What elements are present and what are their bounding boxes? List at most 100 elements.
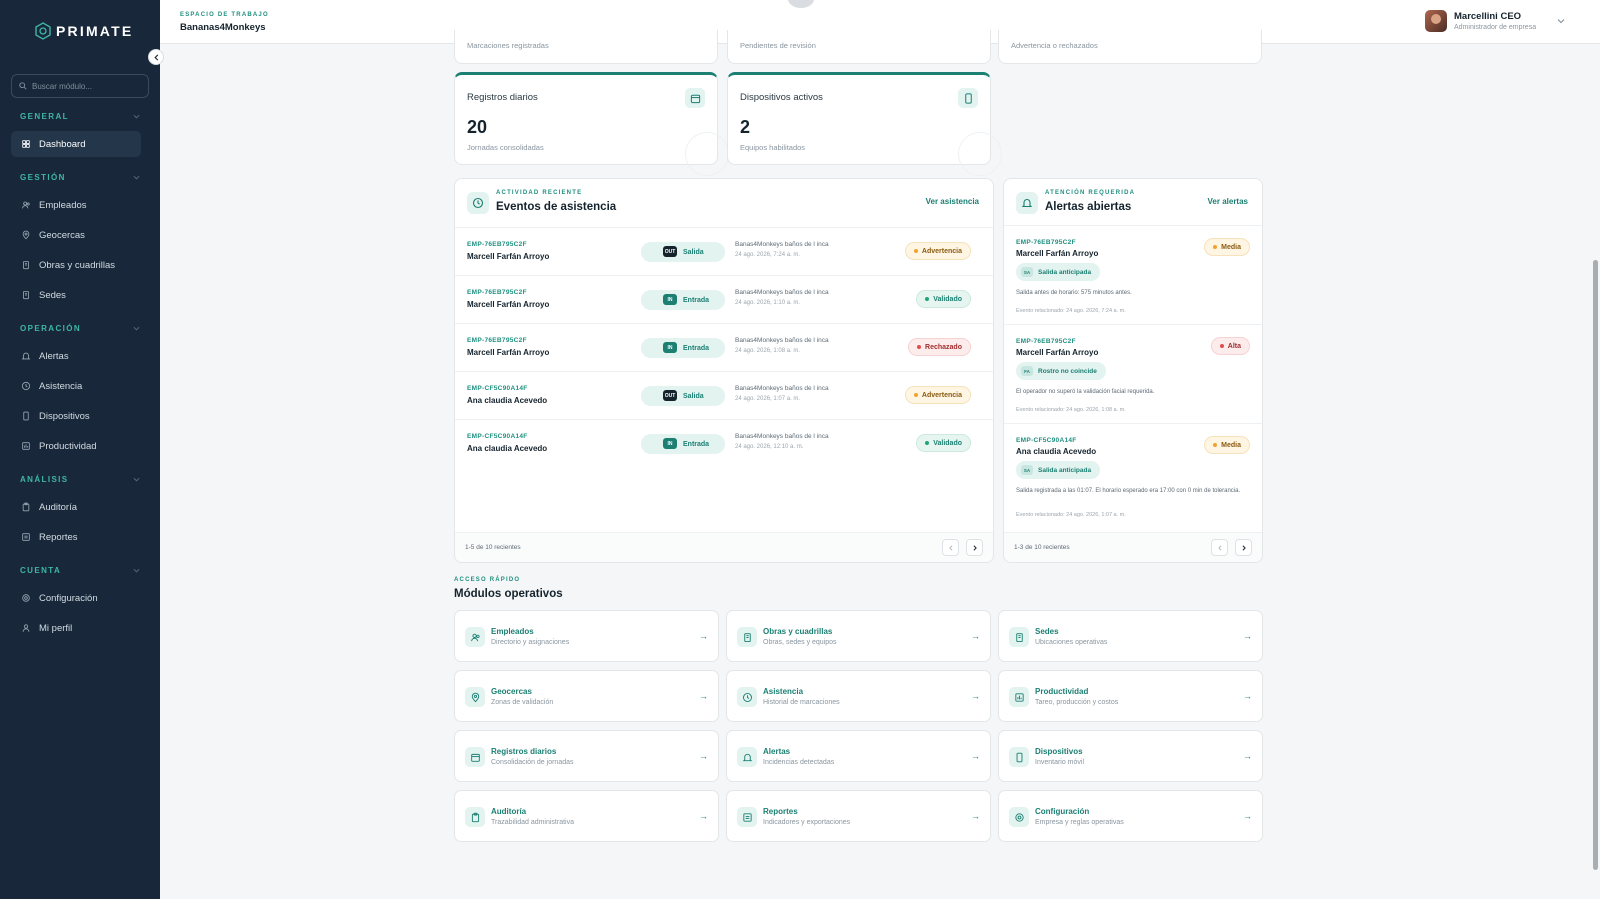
- sidebar-item[interactable]: Mi perfil: [11, 615, 141, 641]
- module-subtitle: Zonas de validación: [491, 699, 554, 706]
- calendar-icon: [685, 88, 705, 108]
- module-card[interactable]: Reportes Indicadores y exportaciones →: [726, 790, 991, 842]
- module-card[interactable]: Empleados Directorio y asignaciones →: [454, 610, 719, 662]
- sidebar-item[interactable]: Alertas: [11, 343, 141, 369]
- user-menu[interactable]: Marcellini CEO Administrador de empresa: [1425, 10, 1565, 32]
- alert-type-chip: SA Salida anticipada: [1016, 263, 1101, 281]
- arrow-right-icon: →: [971, 811, 980, 821]
- table-row[interactable]: EMP-76EB795C2F Marcell Farfán Arroyo OUT Sa…: [455, 227, 993, 275]
- module-card[interactable]: Geocercas Zonas de validación →: [454, 670, 719, 722]
- open-alerts-card: ATENCIÓN REQUERIDA Alertas abiertas Ver …: [1003, 178, 1263, 563]
- alert-type-tag: SA: [1021, 465, 1033, 475]
- sidebar-item[interactable]: Dashboard: [11, 131, 141, 157]
- module-search-input[interactable]: [32, 81, 142, 91]
- module-icon: [737, 747, 757, 767]
- employee-code: EMP-CF5C90A14F: [1016, 437, 1077, 444]
- alert-item[interactable]: EMP-76EB795C2F Marcell Farfán Arroyo Media…: [1004, 225, 1262, 324]
- event-location: Banas4Monkeys baños de l inca: [735, 385, 829, 392]
- status-dot: [925, 441, 930, 445]
- stat-card-dispositivos[interactable]: Dispositivos activos 2 Equipos habilitad…: [727, 72, 1002, 176]
- chevron-left-icon: [153, 53, 158, 61]
- avatar: [1425, 10, 1447, 32]
- module-card[interactable]: Auditoría Trazabilidad administrativa →: [454, 790, 719, 842]
- alert-type-tag: FA: [1021, 366, 1033, 376]
- event-type-tag: IN: [663, 342, 677, 353]
- status-badge: Validado: [916, 434, 971, 452]
- event-type-label: Entrada: [683, 296, 710, 304]
- nav-section[interactable]: OPERACIÓN: [20, 324, 140, 333]
- chevron-left-icon: [948, 544, 952, 551]
- module-subtitle: Ubicaciones operativas: [1035, 639, 1108, 646]
- event-location: Banas4Monkeys baños de l inca: [735, 337, 829, 344]
- nav-section-label: ANÁLISIS: [20, 475, 69, 484]
- module-card[interactable]: Dispositivos Inventario móvil →: [998, 730, 1263, 782]
- sidebar-item-label: Sedes: [39, 289, 66, 301]
- employee-code: EMP-CF5C90A14F: [467, 385, 528, 392]
- next-page-button[interactable]: [1235, 539, 1252, 556]
- nav-section[interactable]: ANÁLISIS: [20, 475, 140, 484]
- workspace-name[interactable]: Bananas4Monkeys: [180, 22, 266, 33]
- nav-section[interactable]: GESTIÓN: [20, 173, 140, 182]
- chevron-down-icon: [133, 175, 140, 180]
- chevron-down-icon: [133, 568, 140, 573]
- module-card[interactable]: Alertas Incidencias detectadas →: [726, 730, 991, 782]
- module-card[interactable]: Asistencia Historial de marcaciones →: [726, 670, 991, 722]
- phone-icon: [1016, 752, 1022, 762]
- alert-item[interactable]: EMP-CF5C90A14F Ana claudia Acevedo Media SA…: [1004, 423, 1262, 534]
- event-date: 24 ago. 2026, 7:24 a. m.: [735, 252, 801, 258]
- related-event: Evento relacionado: 24 ago. 2026, 1:08 a…: [1016, 407, 1126, 413]
- nav-section[interactable]: GENERAL: [20, 112, 140, 121]
- event-date: 24 ago. 2026, 12:10 a. m.: [735, 444, 804, 450]
- event-date: 24 ago. 2026, 1:08 a. m.: [735, 348, 801, 354]
- module-card[interactable]: Productividad Tareo, producción y costos →: [998, 670, 1263, 722]
- employee-code: EMP-76EB795C2F: [467, 337, 527, 344]
- view-alerts-link[interactable]: Ver alertas: [1208, 197, 1248, 206]
- scrollbar[interactable]: [1590, 44, 1600, 899]
- sidebar-item[interactable]: Dispositivos: [11, 403, 141, 429]
- table-row[interactable]: EMP-76EB795C2F Marcell Farfán Arroyo IN Ent…: [455, 323, 993, 371]
- module-title: Alertas: [763, 747, 791, 756]
- next-page-button[interactable]: [966, 539, 983, 556]
- table-row[interactable]: EMP-76EB795C2F Marcell Farfán Arroyo IN Ent…: [455, 275, 993, 323]
- module-subtitle: Consolidación de jornadas: [491, 759, 574, 766]
- prev-page-button[interactable]: [942, 539, 959, 556]
- event-date: 24 ago. 2026, 1:10 a. m.: [735, 300, 801, 306]
- nav-section-label: CUENTA: [20, 566, 62, 575]
- scrollbar-thumb[interactable]: [1593, 260, 1598, 870]
- sidebar-item[interactable]: Auditoría: [11, 494, 141, 520]
- stat-card-registros[interactable]: Registros diarios 20 Jornadas consolidad…: [454, 72, 729, 176]
- bell-icon: [742, 753, 752, 761]
- sidebar-item[interactable]: Configuración: [11, 585, 141, 611]
- workspace-label: ESPACIO DE TRABAJO: [180, 12, 269, 18]
- status-badge: Rechazado: [908, 338, 971, 356]
- module-card[interactable]: Sedes Ubicaciones operativas →: [998, 610, 1263, 662]
- sidebar-item-label: Reportes: [39, 531, 78, 543]
- brand-logo[interactable]: PRIMATE: [34, 22, 133, 40]
- sidebar-item[interactable]: Reportes: [11, 524, 141, 550]
- event-type-tag: OUT: [663, 390, 677, 401]
- employee-name: Ana claudia Acevedo: [1016, 447, 1097, 456]
- table-row[interactable]: EMP-CF5C90A14F Ana claudia Acevedo IN Entra…: [455, 419, 993, 467]
- alerts-count: 1-3 de 10 recientes: [1014, 544, 1070, 551]
- chevron-down-icon: [1557, 19, 1565, 24]
- sidebar-item[interactable]: Geocercas: [11, 222, 141, 248]
- nav-section-label: OPERACIÓN: [20, 324, 82, 333]
- building-icon: [23, 291, 29, 300]
- module-card[interactable]: Registros diarios Consolidación de jornad…: [454, 730, 719, 782]
- sidebar-item[interactable]: Sedes: [11, 282, 141, 308]
- module-card[interactable]: Obras y cuadrillas Obras, sedes y equipos…: [726, 610, 991, 662]
- sidebar-item[interactable]: Productividad: [11, 433, 141, 459]
- module-title: Geocercas: [491, 687, 532, 696]
- sidebar-item[interactable]: Empleados: [11, 192, 141, 218]
- sidebar-item[interactable]: Asistencia: [11, 373, 141, 399]
- alert-item[interactable]: EMP-76EB795C2F Marcell Farfán Arroyo Alta F…: [1004, 324, 1262, 423]
- table-row[interactable]: EMP-CF5C90A14F Ana claudia Acevedo OUT Sali…: [455, 371, 993, 419]
- severity-dot: [1213, 443, 1218, 447]
- prev-page-button[interactable]: [1211, 539, 1228, 556]
- module-search[interactable]: [11, 74, 149, 98]
- view-attendance-link[interactable]: Ver asistencia: [926, 197, 979, 206]
- nav-section[interactable]: CUENTA: [20, 566, 140, 575]
- sidebar-item[interactable]: Obras y cuadrillas: [11, 252, 141, 278]
- module-card[interactable]: Configuración Empresa y reglas operativas…: [998, 790, 1263, 842]
- primate-logo-icon: [35, 22, 51, 40]
